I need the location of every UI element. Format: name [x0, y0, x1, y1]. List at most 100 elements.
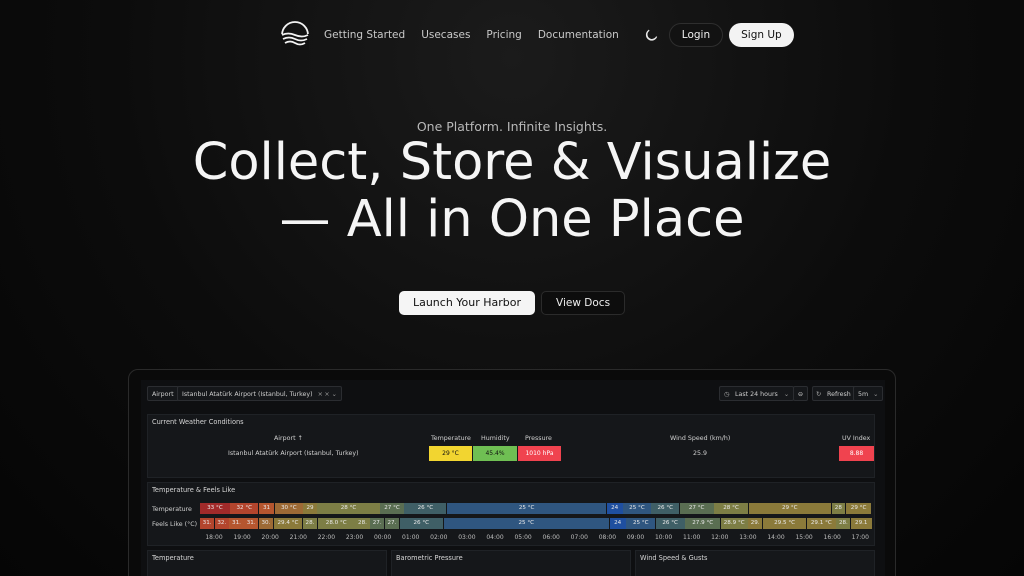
nav-documentation[interactable]: Documentation: [538, 29, 619, 41]
timeline-row-feels-like: 31. 32. 31. 31. 30. 29.4 °C 28. 28.0 °C 28. 27. 27…: [200, 518, 872, 529]
harbor-logo-icon[interactable]: [280, 20, 310, 50]
timeline-segment[interactable]: 27.9 °C: [685, 518, 721, 529]
timeline-tick-label: 23:00: [345, 534, 364, 541]
timeline-segment[interactable]: 29.1 °C: [806, 518, 836, 529]
timeline-segment[interactable]: 33 °C: [200, 503, 230, 514]
timeline-segment[interactable]: 24: [609, 518, 626, 529]
timeline-tick-label: 17:00: [851, 534, 869, 541]
login-button[interactable]: Login: [668, 23, 724, 47]
zoom-out-button[interactable]: ⊖: [793, 386, 808, 401]
zoom-out-icon: ⊖: [797, 391, 804, 398]
timeline-tick-label: 06:00: [542, 534, 560, 541]
timeline-segment[interactable]: 29.5 °C: [762, 518, 807, 529]
timeline-segment[interactable]: 25 °C: [626, 518, 656, 529]
col-uv[interactable]: UV Index: [842, 435, 870, 442]
timeline-segment[interactable]: 26 °C: [399, 518, 444, 529]
launch-harbor-button[interactable]: Launch Your Harbor: [398, 291, 536, 315]
timeline-segment[interactable]: 27.: [384, 518, 399, 529]
nav-pricing[interactable]: Pricing: [486, 29, 521, 41]
timeline-segment[interactable]: 25 °C: [446, 503, 607, 514]
signup-button[interactable]: Sign Up: [729, 23, 794, 47]
current-weather-title: Current Weather Conditions: [152, 418, 244, 426]
refresh-button[interactable]: ↻ Refresh: [812, 386, 856, 401]
nav-getting-started[interactable]: Getting Started: [324, 29, 405, 41]
airport-filter-select[interactable]: Istanbul Atatürk Airport (Istanbul, Turk…: [177, 386, 342, 401]
timeline-segment[interactable]: 32 °C: [230, 503, 259, 514]
timeline-tick-label: 19:00: [233, 534, 251, 541]
timeline-segment[interactable]: 28.9 °C: [720, 518, 748, 529]
remove-filter-icon[interactable]: ×: [318, 391, 323, 398]
timeline-title: Temperature & Feels Like: [152, 486, 236, 494]
top-nav: Getting Started Usecases Pricing Documen…: [280, 20, 794, 50]
timeline-segment[interactable]: 28.0 °C: [317, 518, 355, 529]
timeline-tick-label: 20:00: [261, 534, 279, 541]
dashboard-toolbar: Airport Istanbul Atatürk Airport (Istanb…: [147, 386, 884, 402]
timeline-time-axis: 18:00 19:00 20:00 21:00 22:00 23:00 00:00 01:00…: [200, 534, 872, 543]
barometric-pressure-panel: Barometric Pressure: [391, 550, 631, 576]
col-humidity[interactable]: Humidity: [481, 435, 510, 442]
hero-tagline: One Platform. Infinite Insights.: [416, 119, 608, 134]
timeline-segment[interactable]: 28: [831, 503, 846, 514]
timeline-segment[interactable]: 28.: [836, 518, 851, 529]
clear-and-chevron-icon[interactable]: × ⌄: [324, 387, 337, 402]
timeline-tick-label: 12:00: [711, 534, 729, 541]
timeline-segment[interactable]: 31.: [200, 518, 215, 529]
timeline-tick-label: 11:00: [683, 534, 701, 541]
hero-headline: Collect, Store & Visualize — All in One …: [0, 134, 1024, 248]
timeline-segment[interactable]: 26 °C: [655, 518, 685, 529]
timeline-segment[interactable]: 30.: [258, 518, 273, 529]
humidity-cell: 45.4%: [473, 446, 517, 461]
timeline-segment[interactable]: 25 °C: [443, 518, 609, 529]
timeline-segment[interactable]: 28.: [355, 518, 370, 529]
timeline-segment[interactable]: 27 °C: [679, 503, 714, 514]
timeline-segment[interactable]: 32.: [214, 518, 229, 529]
filter-label: Airport: [147, 386, 179, 401]
timeline-tick-label: 13:00: [739, 534, 757, 541]
refresh-label: Refresh: [827, 391, 851, 398]
timeline-tick-label: 05:00: [514, 534, 532, 541]
timeline-segment[interactable]: 31.: [229, 518, 244, 529]
timeline-segment[interactable]: 29.1: [851, 518, 872, 529]
col-wind[interactable]: Wind Speed (km/h): [670, 435, 730, 442]
timeline-segment[interactable]: 31.: [244, 518, 259, 529]
timeline-tick-label: 10:00: [654, 534, 673, 541]
col-pressure[interactable]: Pressure: [525, 435, 552, 442]
timeline-segment[interactable]: 28 °C: [714, 503, 749, 514]
timeline-segment[interactable]: 28 °C: [317, 503, 380, 514]
timeline-segment[interactable]: 29: [303, 503, 317, 514]
pressure-panel-title: Barometric Pressure: [396, 554, 463, 562]
refresh-interval-select[interactable]: 5m ⌄: [853, 386, 884, 401]
timeline-tick-label: 02:00: [430, 534, 448, 541]
timeline-tick-label: 08:00: [598, 534, 617, 541]
timeline-segment[interactable]: 29 °C: [748, 503, 831, 514]
headline-line-1: Collect, Store & Visualize: [192, 133, 832, 192]
timeline-tick-label: 04:00: [486, 534, 504, 541]
timeline-tick-label: 00:00: [373, 534, 392, 541]
timeline-segment[interactable]: 29.4 °C: [273, 518, 303, 529]
moon-icon[interactable]: [645, 28, 659, 42]
timeline-segment[interactable]: 26 °C: [404, 503, 447, 514]
refresh-interval-value: 5m: [858, 391, 869, 398]
timeline-segment[interactable]: 27.: [370, 518, 385, 529]
timeline-segment[interactable]: 30 °C: [274, 503, 303, 514]
view-docs-button[interactable]: View Docs: [541, 291, 626, 315]
nav-usecases[interactable]: Usecases: [421, 29, 470, 41]
timeline-tick-label: 01:00: [402, 534, 420, 541]
timeline-segment[interactable]: 29 °C: [845, 503, 872, 514]
timeline-segment[interactable]: 29.: [748, 518, 763, 529]
temperature-feels-like-panel: Temperature & Feels Like Temperature Fee…: [147, 482, 875, 546]
timeline-tick-label: 09:00: [626, 534, 645, 541]
timeline-segment[interactable]: 28.: [302, 518, 318, 529]
timeline-segment[interactable]: 24: [606, 503, 623, 514]
col-airport[interactable]: Airport ↑: [274, 435, 303, 442]
chevron-down-icon: ⌄: [783, 391, 790, 398]
timeline-tick-label: 07:00: [570, 534, 588, 541]
timeline-segment[interactable]: 26 °C: [651, 503, 680, 514]
time-range-value: Last 24 hours: [735, 391, 778, 398]
timeline-segment[interactable]: 27 °C: [380, 503, 404, 514]
temperature-cell: 29 °C: [429, 446, 472, 461]
col-temperature[interactable]: Temperature: [431, 435, 471, 442]
timeline-segment[interactable]: 31: [258, 503, 275, 514]
timeline-segment[interactable]: 25 °C: [623, 503, 651, 514]
time-range-picker[interactable]: ◷ Last 24 hours ⌄: [719, 386, 795, 401]
